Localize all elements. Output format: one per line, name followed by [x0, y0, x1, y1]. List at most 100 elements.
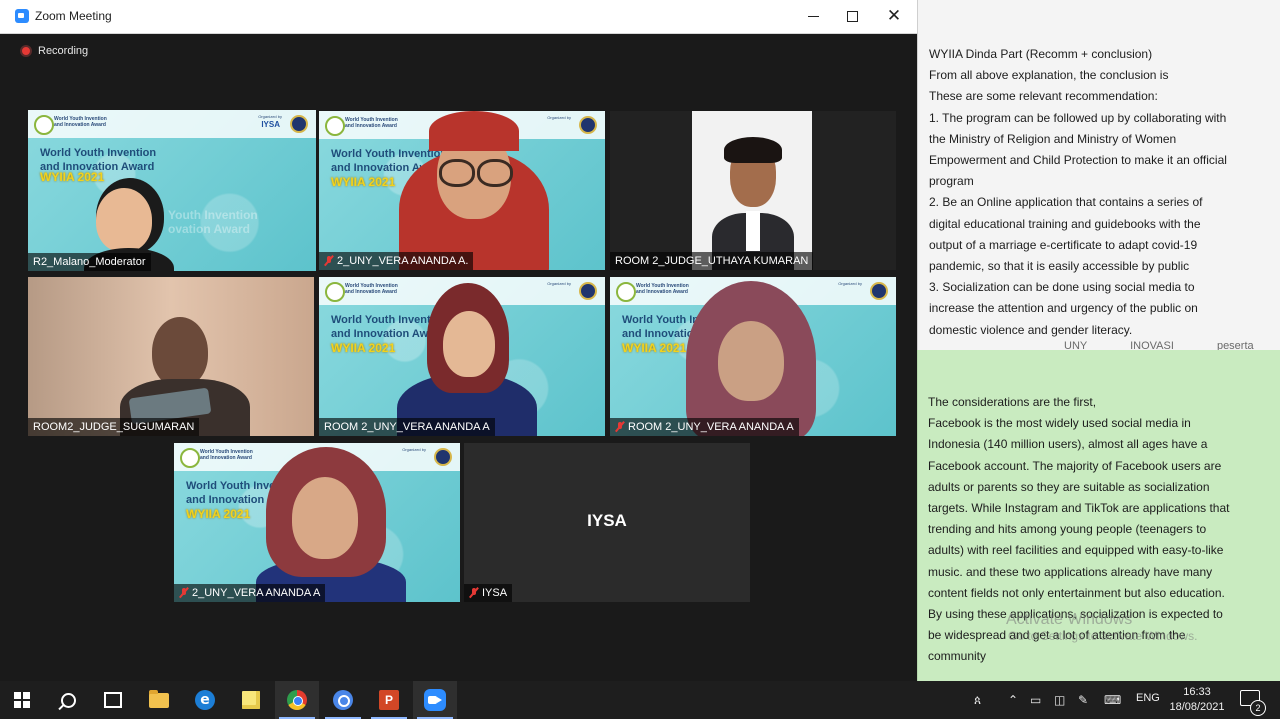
- title-bar[interactable]: Zoom Meeting ✕: [0, 0, 917, 34]
- zoom-icon: [424, 689, 446, 711]
- chevron-up-icon[interactable]: ⌃: [1008, 692, 1018, 708]
- banner-year: WYIIA 2021: [622, 341, 687, 355]
- pen-icon[interactable]: ✎: [1078, 692, 1088, 708]
- close-icon: ✕: [886, 6, 902, 26]
- banner-year: WYIIA 2021: [40, 170, 105, 184]
- wyiia-logo-icon: [34, 115, 54, 135]
- notes-line: From all above explanation, the conclusi…: [929, 68, 1169, 83]
- folder-icon: [149, 689, 169, 708]
- banner-logo-text: World Youth Invention and Innovation Awa…: [200, 449, 253, 461]
- maximize-button[interactable]: [829, 0, 875, 33]
- powerpoint-icon: P: [379, 690, 399, 710]
- recording-indicator[interactable]: Recording: [20, 44, 88, 58]
- notes-line: adults or parents so they are suitable a…: [928, 479, 1210, 494]
- chrome-icon: [333, 690, 353, 710]
- windows-logo-icon: [14, 692, 30, 708]
- start-button[interactable]: [0, 681, 44, 719]
- university-seal-icon: [434, 448, 452, 466]
- video-tile[interactable]: World Youth Invention and Innovation Awa…: [319, 111, 605, 270]
- notes-line: Facebook account. The majority of Facebo…: [928, 458, 1222, 473]
- notes-line: domestic violence and gender literacy.: [929, 322, 1133, 337]
- university-seal-icon: [579, 282, 597, 300]
- participant-name: ROOM 2_JUDGE_UTHAYA KUMARAN: [610, 252, 814, 270]
- notes-line: increase the attention and urgency of th…: [929, 301, 1198, 316]
- window-title: Zoom Meeting: [35, 9, 112, 23]
- wyiia-logo-icon: [616, 282, 636, 302]
- language-indicator[interactable]: ENG: [1136, 692, 1160, 704]
- notes-line: output of a marriage e-certificate to ad…: [929, 237, 1198, 252]
- organized-by-label: Organized by: [258, 114, 282, 119]
- close-button[interactable]: ✕: [871, 0, 917, 33]
- taskbar-sticky-notes[interactable]: [229, 681, 273, 719]
- taskbar-zoom[interactable]: [413, 681, 457, 719]
- notes-line: 1. The program can be followed up by col…: [929, 110, 1227, 125]
- video-tile[interactable]: World Youth Invention and Innovation Awa…: [319, 277, 605, 436]
- participant-name: IYSA: [464, 584, 513, 602]
- participant-name: ROOM 2_UNY_VERA ANANDA A: [319, 418, 495, 436]
- keyboard-icon[interactable]: ⌨: [1104, 692, 1121, 708]
- people-icon[interactable]: ጰ: [974, 692, 981, 708]
- video-tile[interactable]: ROOM 2_JUDGE_UTHAYA KUMARAN: [610, 111, 896, 270]
- organized-by-label: Organized by: [547, 115, 571, 120]
- zoom-app-icon: [15, 9, 29, 23]
- wyiia-logo-icon: [325, 116, 345, 136]
- video-tile[interactable]: World Youth Invention and Innovation Awa…: [610, 277, 896, 436]
- notes-line: digital educational training and guidebo…: [929, 216, 1201, 231]
- task-view-icon: [104, 692, 122, 708]
- notification-count-badge: 2: [1250, 700, 1266, 716]
- notes-line: The considerations are the first,: [928, 395, 1097, 409]
- notes-line: the Ministry of Religion and Ministry of…: [929, 131, 1177, 146]
- banner-logo-text: World Youth Invention and Innovation Awa…: [345, 283, 398, 295]
- organized-by-label: Organized by: [402, 447, 426, 452]
- notes-line: targets. While Instagram and TikTok are …: [928, 501, 1230, 516]
- taskbar: e P ጰ ⌃ ▭ ◫ ✎ ⌨: [0, 681, 1280, 719]
- clock[interactable]: 16:33 18/08/2021: [1168, 685, 1226, 715]
- activate-windows-watermark: Activate Windows Go to Settings to activ…: [1006, 611, 1198, 643]
- search-icon: [60, 692, 76, 708]
- video-tile[interactable]: World Youth Invention and Innovation Awa…: [28, 110, 316, 271]
- taskbar-file-explorer[interactable]: [137, 681, 181, 719]
- notes-line: trending and hits among young people (te…: [928, 522, 1207, 537]
- notes-line: community: [928, 649, 987, 664]
- notes-line: music. and these two applications alread…: [928, 564, 1213, 579]
- participant-name: R2_Malano_Moderator: [28, 253, 151, 271]
- taskbar-edge[interactable]: e: [183, 681, 227, 719]
- maximize-icon: [846, 11, 858, 22]
- notes-text: WYIIA Dinda Part (Recomm + conclusion) Fr…: [929, 44, 1267, 341]
- video-tile[interactable]: ROOM2_JUDGE_SUGUMARAN: [28, 277, 314, 436]
- taskbar-chrome[interactable]: [275, 681, 319, 719]
- notes-line: Facebook is the most widely used social …: [928, 416, 1191, 431]
- taskbar-powerpoint[interactable]: P: [367, 681, 411, 719]
- notes-panel-recommendation: WYIIA Dinda Part (Recomm + conclusion) Fr…: [917, 0, 1280, 350]
- taskbar-chrome-profile[interactable]: [321, 681, 365, 719]
- banner-logo-text: World Youth Invention and Innovation Awa…: [636, 283, 689, 295]
- notes-line: content fields not only entertainment bu…: [928, 585, 1225, 600]
- notes-line: 2. Be an Online application that contain…: [929, 195, 1203, 210]
- organized-by-label: Organized by: [547, 281, 571, 286]
- banner-watermark: Youth Invention ovation Award: [168, 208, 258, 236]
- notes-line: program: [929, 174, 974, 189]
- university-seal-icon: [579, 116, 597, 134]
- chrome-icon: [287, 690, 307, 710]
- notes-line: Indonesia (140 million users), almost al…: [928, 437, 1208, 452]
- banner-logo-text: World Youth Invention and Innovation Awa…: [54, 116, 107, 128]
- participant-name: ROOM2_JUDGE_SUGUMARAN: [28, 418, 200, 436]
- banner-year: WYIIA 2021: [186, 507, 251, 521]
- participant-video: [692, 111, 812, 270]
- video-tile[interactable]: World Youth Invention and Innovation Awa…: [174, 443, 460, 602]
- recording-label: Recording: [38, 45, 89, 57]
- mic-muted-icon: [324, 255, 334, 267]
- battery-icon[interactable]: ▭: [1030, 692, 1041, 708]
- video-tile[interactable]: IYSA IYSA: [464, 443, 750, 602]
- banner-logo-text: World Youth Invention and Innovation Awa…: [345, 117, 398, 129]
- network-icon[interactable]: ◫: [1054, 692, 1065, 708]
- task-view-button[interactable]: [91, 681, 135, 719]
- mic-muted-icon: [615, 421, 625, 433]
- notes-line: WYIIA Dinda Part (Recomm + conclusion): [929, 47, 1153, 61]
- university-seal-icon: [870, 282, 888, 300]
- notes-line: Empowerment and Child Protection to make…: [929, 153, 1227, 168]
- participant-name: 2_UNY_VERA ANANDA A.: [319, 252, 474, 270]
- search-button[interactable]: [46, 681, 90, 719]
- participant-name: ROOM 2_UNY_VERA ANANDA A: [610, 418, 799, 436]
- participant-name: 2_UNY_VERA ANANDA A: [174, 584, 326, 602]
